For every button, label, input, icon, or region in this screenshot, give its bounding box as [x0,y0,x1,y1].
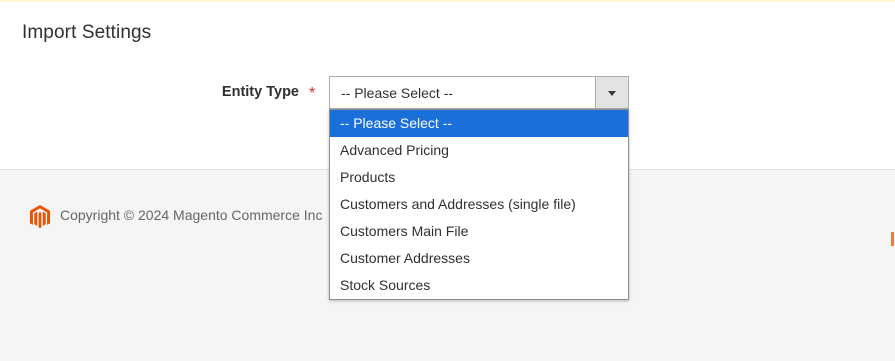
page: Import Settings Entity Type * -- Please … [0,0,895,361]
entity-type-dropdown-list[interactable]: -- Please Select -- Advanced Pricing Pro… [329,109,629,300]
copyright-text: Copyright © 2024 Magento Commerce Inc [60,207,323,223]
option-products[interactable]: Products [330,164,628,191]
footer-link-fragment[interactable] [891,232,894,246]
entity-type-select[interactable]: -- Please Select -- [329,76,629,109]
option-customers-and-addresses[interactable]: Customers and Addresses (single file) [330,191,628,218]
chevron-down-icon [608,91,616,96]
option-stock-sources[interactable]: Stock Sources [330,272,628,299]
select-toggle-button[interactable] [595,77,628,108]
required-indicator: * [309,85,316,102]
option-customer-addresses[interactable]: Customer Addresses [330,245,628,272]
magento-logo-icon [30,205,50,229]
option-advanced-pricing[interactable]: Advanced Pricing [330,137,628,164]
entity-type-selected-value: -- Please Select -- [341,85,454,101]
section-title: Import Settings [22,22,152,43]
option-please-select[interactable]: -- Please Select -- [330,110,628,137]
entity-type-label: Entity Type [221,84,299,100]
option-customers-main-file[interactable]: Customers Main File [330,218,628,245]
message-bar-edge [0,0,895,2]
